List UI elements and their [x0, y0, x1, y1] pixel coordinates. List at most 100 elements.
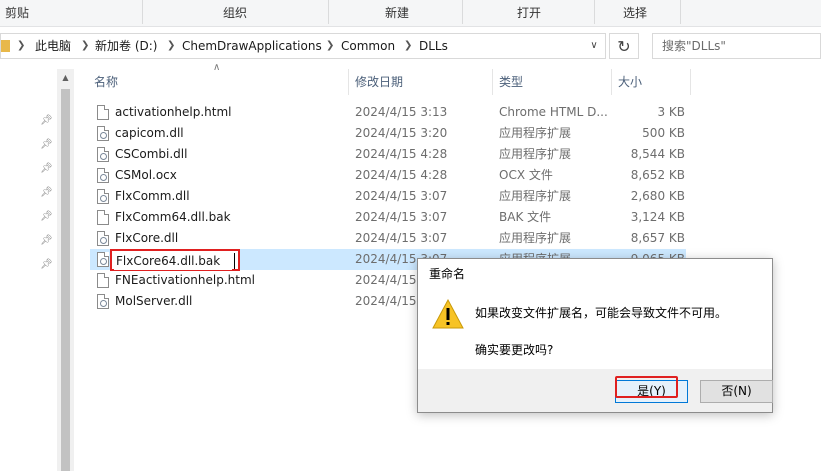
- dialog-title: 重命名: [429, 267, 466, 281]
- column-divider[interactable]: [690, 69, 691, 95]
- dialog-footer: 是(Y) 否(N): [418, 369, 773, 412]
- refresh-icon: ↻: [617, 37, 631, 56]
- dll-file-icon: [97, 294, 109, 309]
- file-row[interactable]: FlxComm.dll 2024/4/15 3:07 应用程序扩展 2,680 …: [90, 186, 686, 207]
- file-type: Chrome HTML D...: [499, 105, 608, 119]
- file-row[interactable]: FlxCore.dll 2024/4/15 3:07 应用程序扩展 8,657 …: [90, 228, 686, 249]
- file-size: 8,544 KB: [630, 147, 685, 161]
- file-type: 应用程序扩展: [499, 189, 572, 203]
- file-name: CSCombi.dll: [115, 147, 188, 161]
- breadcrumb-chemdraw[interactable]: ChemDrawApplications: [182, 34, 322, 58]
- breadcrumb-common[interactable]: Common: [341, 34, 395, 58]
- breadcrumb-dlls[interactable]: DLLs: [419, 34, 448, 58]
- rename-field-highlight: [110, 249, 240, 271]
- ribbon-group-open[interactable]: 打开: [504, 0, 554, 27]
- file-date: 2024/4/15 4:28: [355, 147, 448, 161]
- html-file-icon: [97, 105, 109, 120]
- file-name: FNEactivationhelp.html: [115, 273, 255, 287]
- file-size: 8,657 KB: [630, 231, 685, 245]
- no-button[interactable]: 否(N): [700, 380, 773, 403]
- file-date: 2024/4/15 3:07: [355, 189, 448, 203]
- ribbon-group-organize[interactable]: 组织: [210, 0, 260, 27]
- dll-file-icon: [97, 147, 109, 162]
- ribbon: 剪贴板 组织 新建 打开 选择: [0, 0, 821, 47]
- text-caret: [234, 253, 235, 269]
- file-date: 2024/4/15 3:07: [355, 231, 448, 245]
- dll-file-icon: [97, 231, 109, 246]
- file-row[interactable]: CSMol.ocx 2024/4/15 4:28 OCX 文件 8,652 KB: [90, 165, 686, 186]
- dialog-message: 如果改变文件扩展名，可能会导致文件不可用。: [475, 306, 728, 320]
- file-type: 应用程序扩展: [499, 126, 572, 140]
- column-header-date[interactable]: 修改日期: [349, 69, 492, 95]
- nav-scrollbar[interactable]: ▲: [57, 69, 74, 471]
- dialog-question: 确实要更改吗?: [475, 343, 554, 357]
- dll-file-icon: [97, 252, 109, 267]
- yes-button-highlight: [615, 376, 678, 398]
- breadcrumb-this-pc[interactable]: 此电脑: [35, 34, 71, 58]
- file-row[interactable]: activationhelp.html 2024/4/15 3:13 Chrom…: [90, 102, 686, 123]
- ribbon-separator: [142, 0, 143, 24]
- ocx-file-icon: [97, 168, 109, 183]
- pin-icon: 📌︎: [40, 259, 53, 270]
- file-name: CSMol.ocx: [115, 168, 177, 182]
- address-bar[interactable]: ❯ 此电脑 ❯ 新加卷 (D:) ❯ ChemDrawApplications …: [0, 33, 606, 59]
- chevron-right-icon[interactable]: ❯: [167, 34, 175, 58]
- refresh-button[interactable]: ↻: [609, 33, 639, 59]
- pin-icon: 📌︎: [40, 163, 53, 174]
- file-date: 2024/4/15 3:13: [355, 105, 448, 119]
- chevron-right-icon[interactable]: ❯: [404, 34, 412, 58]
- pin-icon: 📌︎: [40, 187, 53, 198]
- bak-file-icon: [97, 210, 109, 225]
- file-row[interactable]: capicom.dll 2024/4/15 3:20 应用程序扩展 500 KB: [90, 123, 686, 144]
- file-type: 应用程序扩展: [499, 231, 572, 245]
- warning-icon: [432, 299, 464, 329]
- ribbon-separator: [462, 0, 463, 24]
- column-header-type[interactable]: 类型: [493, 69, 611, 95]
- pin-icon: 📌︎: [40, 139, 53, 150]
- folder-icon: [1, 40, 10, 52]
- file-name: FlxCore.dll: [115, 231, 179, 245]
- html-file-icon: [97, 273, 109, 288]
- search-input[interactable]: 搜索"DLLs": [652, 33, 821, 59]
- ribbon-separator: [328, 0, 329, 24]
- file-date: 2024/4/15 4:28: [355, 168, 448, 182]
- file-name: FlxComm64.dll.bak: [115, 210, 231, 224]
- file-date: 2024/4/15 3:07: [355, 210, 448, 224]
- file-date: 2024/4/15 3:20: [355, 126, 448, 140]
- scroll-up-icon[interactable]: ▲: [57, 69, 74, 86]
- ribbon-separator: [680, 0, 681, 24]
- file-row[interactable]: FlxComm64.dll.bak 2024/4/15 3:07 BAK 文件 …: [90, 207, 686, 228]
- pin-icon: 📌︎: [40, 211, 53, 222]
- file-size: 3 KB: [657, 105, 685, 119]
- column-header-size[interactable]: 大小: [612, 69, 690, 95]
- column-header-name[interactable]: 名称: [88, 69, 348, 95]
- navigation-pane: 📌︎ 📌︎ 📌︎ 📌︎ 📌︎ 📌︎ 📌︎: [0, 69, 58, 471]
- file-size: 3,124 KB: [630, 210, 685, 224]
- rename-input[interactable]: [114, 252, 232, 270]
- pin-icon: 📌︎: [40, 115, 53, 126]
- file-name: MolServer.dll: [115, 294, 193, 308]
- file-row[interactable]: CSCombi.dll 2024/4/15 4:28 应用程序扩展 8,544 …: [90, 144, 686, 165]
- file-type: BAK 文件: [499, 210, 552, 224]
- dll-file-icon: [97, 189, 109, 204]
- file-name: capicom.dll: [115, 126, 184, 140]
- file-type: 应用程序扩展: [499, 147, 572, 161]
- chevron-right-icon[interactable]: ❯: [81, 34, 89, 58]
- chevron-right-icon[interactable]: ❯: [326, 34, 334, 58]
- file-size: 8,652 KB: [630, 168, 685, 182]
- file-name: FlxComm.dll: [115, 189, 190, 203]
- file-size: 500 KB: [642, 126, 685, 140]
- chevron-down-icon[interactable]: ∨: [582, 34, 606, 58]
- file-type: OCX 文件: [499, 168, 553, 182]
- pin-icon: 📌︎: [40, 235, 53, 246]
- ribbon-group-new[interactable]: 新建: [372, 0, 422, 27]
- chevron-right-icon[interactable]: ❯: [17, 34, 25, 58]
- dll-file-icon: [97, 126, 109, 141]
- ribbon-separator: [594, 0, 595, 24]
- rename-dialog: 重命名 如果改变文件扩展名，可能会导致文件不可用。 确实要更改吗? 是(Y) 否…: [417, 258, 773, 413]
- ribbon-group-select[interactable]: 选择: [610, 0, 660, 27]
- breadcrumb-drive-d[interactable]: 新加卷 (D:): [95, 34, 157, 58]
- scrollbar-thumb[interactable]: [61, 89, 70, 471]
- ribbon-group-clipboard[interactable]: 剪贴板: [0, 0, 34, 47]
- file-name: activationhelp.html: [115, 105, 232, 119]
